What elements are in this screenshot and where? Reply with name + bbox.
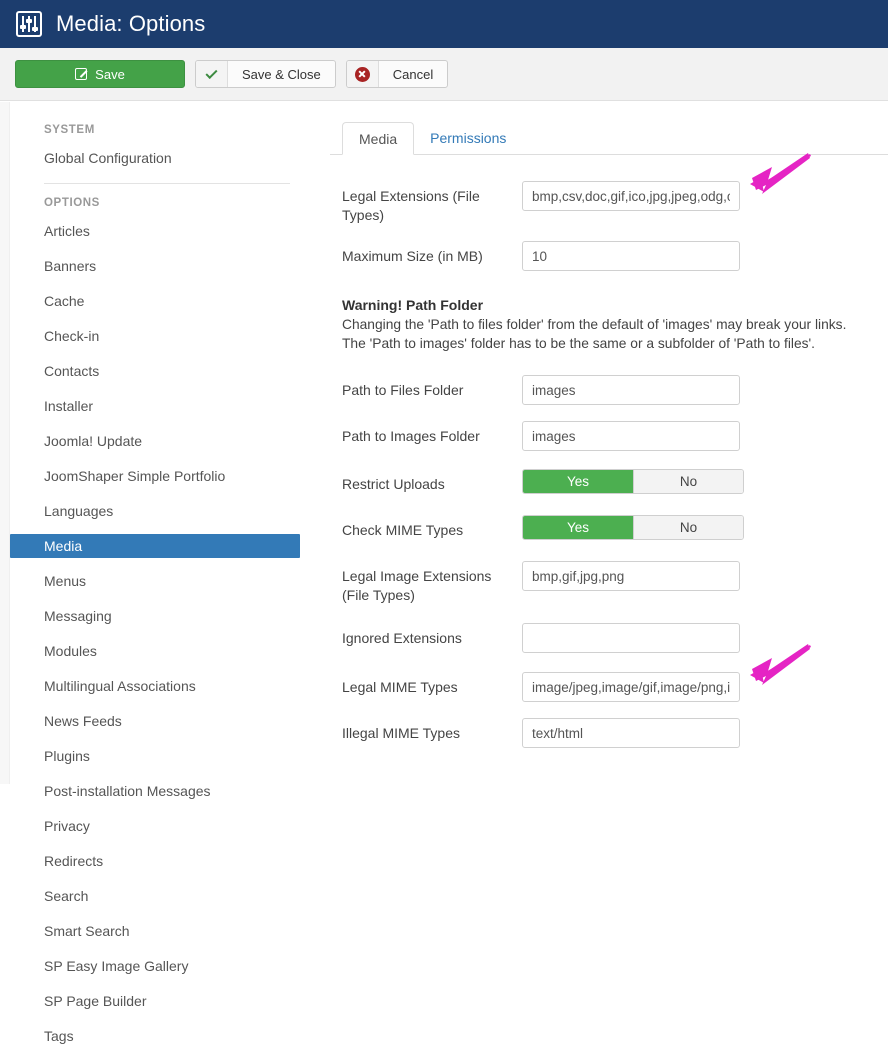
field-row-legal-image-extensions: Legal Image Extensions (File Types) xyxy=(330,561,888,605)
sidebar-item-news-feeds[interactable]: News Feeds xyxy=(10,709,310,733)
save-and-close-button[interactable]: Save & Close xyxy=(195,60,336,88)
label-legal-mime-types: Legal MIME Types xyxy=(342,672,522,697)
restrict-uploads-no[interactable]: No xyxy=(633,470,743,493)
warning-path-folder: Warning! Path Folder Changing the 'Path … xyxy=(330,297,888,353)
maximum-size-input[interactable] xyxy=(522,241,740,271)
sidebar-item-languages[interactable]: Languages xyxy=(10,499,310,523)
check-mime-types-yes[interactable]: Yes xyxy=(523,516,633,539)
label-check-mime-types: Check MIME Types xyxy=(342,515,522,540)
sidebar-item-tags[interactable]: Tags xyxy=(10,1024,310,1048)
sidebar-heading-system: SYSTEM xyxy=(10,124,310,136)
sidebar: SYSTEM Global Configuration OPTIONS Arti… xyxy=(10,102,310,784)
restrict-uploads-toggle[interactable]: Yes No xyxy=(522,469,744,494)
field-row-maximum-size: Maximum Size (in MB) xyxy=(330,241,888,271)
label-path-to-files: Path to Files Folder xyxy=(342,375,522,400)
field-row-path-to-files: Path to Files Folder xyxy=(330,375,888,405)
label-path-to-images: Path to Images Folder xyxy=(342,421,522,446)
sidebar-item-media[interactable]: Media xyxy=(10,534,300,558)
app-header: Media: Options xyxy=(0,0,888,48)
sidebar-item-installer[interactable]: Installer xyxy=(10,394,310,418)
x-circle-icon xyxy=(347,61,379,87)
sidebar-item-redirects[interactable]: Redirects xyxy=(10,849,310,873)
check-mime-types-no[interactable]: No xyxy=(633,516,743,539)
cancel-button[interactable]: Cancel xyxy=(346,60,448,88)
tab-permissions[interactable]: Permissions xyxy=(414,122,522,155)
sidebar-item-joomla-update[interactable]: Joomla! Update xyxy=(10,429,310,453)
sidebar-item-smart-search[interactable]: Smart Search xyxy=(10,919,310,943)
sidebar-item-banners[interactable]: Banners xyxy=(10,254,310,278)
field-row-legal-mime-types: Legal MIME Types xyxy=(330,672,888,702)
sidebar-item-post-installation-messages[interactable]: Post-installation Messages xyxy=(10,779,310,803)
warning-line-1: Changing the 'Path to files folder' from… xyxy=(342,315,888,334)
check-mime-types-toggle[interactable]: Yes No xyxy=(522,515,744,540)
restrict-uploads-yes[interactable]: Yes xyxy=(523,470,633,493)
illegal-mime-types-input[interactable] xyxy=(522,718,740,748)
sidebar-item-multilingual-associations[interactable]: Multilingual Associations xyxy=(10,674,310,698)
label-legal-extensions: Legal Extensions (File Types) xyxy=(342,181,522,225)
label-legal-image-extensions: Legal Image Extensions (File Types) xyxy=(342,561,522,605)
save-and-close-label: Save & Close xyxy=(228,67,335,82)
sidebar-item-plugins[interactable]: Plugins xyxy=(10,744,310,768)
sidebar-heading-options: OPTIONS xyxy=(10,197,310,209)
sidebar-item-menus[interactable]: Menus xyxy=(10,569,310,593)
label-maximum-size: Maximum Size (in MB) xyxy=(342,241,522,266)
path-to-images-input[interactable] xyxy=(522,421,740,451)
main-content: Media Permissions Legal Extensions (File… xyxy=(330,102,888,784)
sidebar-item-sp-page-builder[interactable]: SP Page Builder xyxy=(10,989,310,1013)
field-row-legal-extensions: Legal Extensions (File Types) xyxy=(330,181,888,225)
media-options-form: Legal Extensions (File Types) Maximum Si… xyxy=(330,155,888,748)
save-button[interactable]: Save xyxy=(15,60,185,88)
warning-title: Warning! Path Folder xyxy=(342,297,888,313)
legal-mime-types-input[interactable] xyxy=(522,672,740,702)
sidebar-item-privacy[interactable]: Privacy xyxy=(10,814,310,838)
field-row-illegal-mime-types: Illegal MIME Types xyxy=(330,718,888,748)
sidebar-item-contacts[interactable]: Contacts xyxy=(10,359,310,383)
legal-image-extensions-input[interactable] xyxy=(522,561,740,591)
sidebar-item-check-in[interactable]: Check-in xyxy=(10,324,310,348)
label-restrict-uploads: Restrict Uploads xyxy=(342,469,522,494)
label-illegal-mime-types: Illegal MIME Types xyxy=(342,718,522,743)
sidebar-item-modules[interactable]: Modules xyxy=(10,639,310,663)
field-row-check-mime-types: Check MIME Types Yes No xyxy=(330,515,888,540)
toolbar: Save Save & Close Cancel xyxy=(0,48,888,101)
label-ignored-extensions: Ignored Extensions xyxy=(342,623,522,648)
sidebar-item-cache[interactable]: Cache xyxy=(10,289,310,313)
field-row-ignored-extensions: Ignored Extensions xyxy=(330,623,888,653)
sidebar-divider xyxy=(44,183,290,184)
save-button-label: Save xyxy=(95,67,125,82)
sidebar-item-articles[interactable]: Articles xyxy=(10,219,310,243)
legal-extensions-input[interactable] xyxy=(522,181,740,211)
field-row-path-to-images: Path to Images Folder xyxy=(330,421,888,451)
tab-media[interactable]: Media xyxy=(342,122,414,155)
sidebar-item-joomshaper-simple-portfolio[interactable]: JoomShaper Simple Portfolio xyxy=(10,464,310,488)
ignored-extensions-input[interactable] xyxy=(522,623,740,653)
sidebar-item-global-configuration[interactable]: Global Configuration xyxy=(10,146,310,170)
field-row-restrict-uploads: Restrict Uploads Yes No xyxy=(330,469,888,494)
sidebar-item-search[interactable]: Search xyxy=(10,884,310,908)
path-to-files-input[interactable] xyxy=(522,375,740,405)
page-title: Media: Options xyxy=(56,11,205,37)
left-rail-strip xyxy=(0,102,10,784)
check-icon xyxy=(196,61,228,87)
warning-line-2: The 'Path to images' folder has to be th… xyxy=(342,334,888,353)
sidebar-item-messaging[interactable]: Messaging xyxy=(10,604,310,628)
sidebar-item-sp-easy-image-gallery[interactable]: SP Easy Image Gallery xyxy=(10,954,310,978)
tab-bar: Media Permissions xyxy=(330,119,888,155)
pencil-square-icon xyxy=(75,68,87,80)
sliders-options-icon xyxy=(16,11,42,37)
cancel-label: Cancel xyxy=(379,67,447,82)
